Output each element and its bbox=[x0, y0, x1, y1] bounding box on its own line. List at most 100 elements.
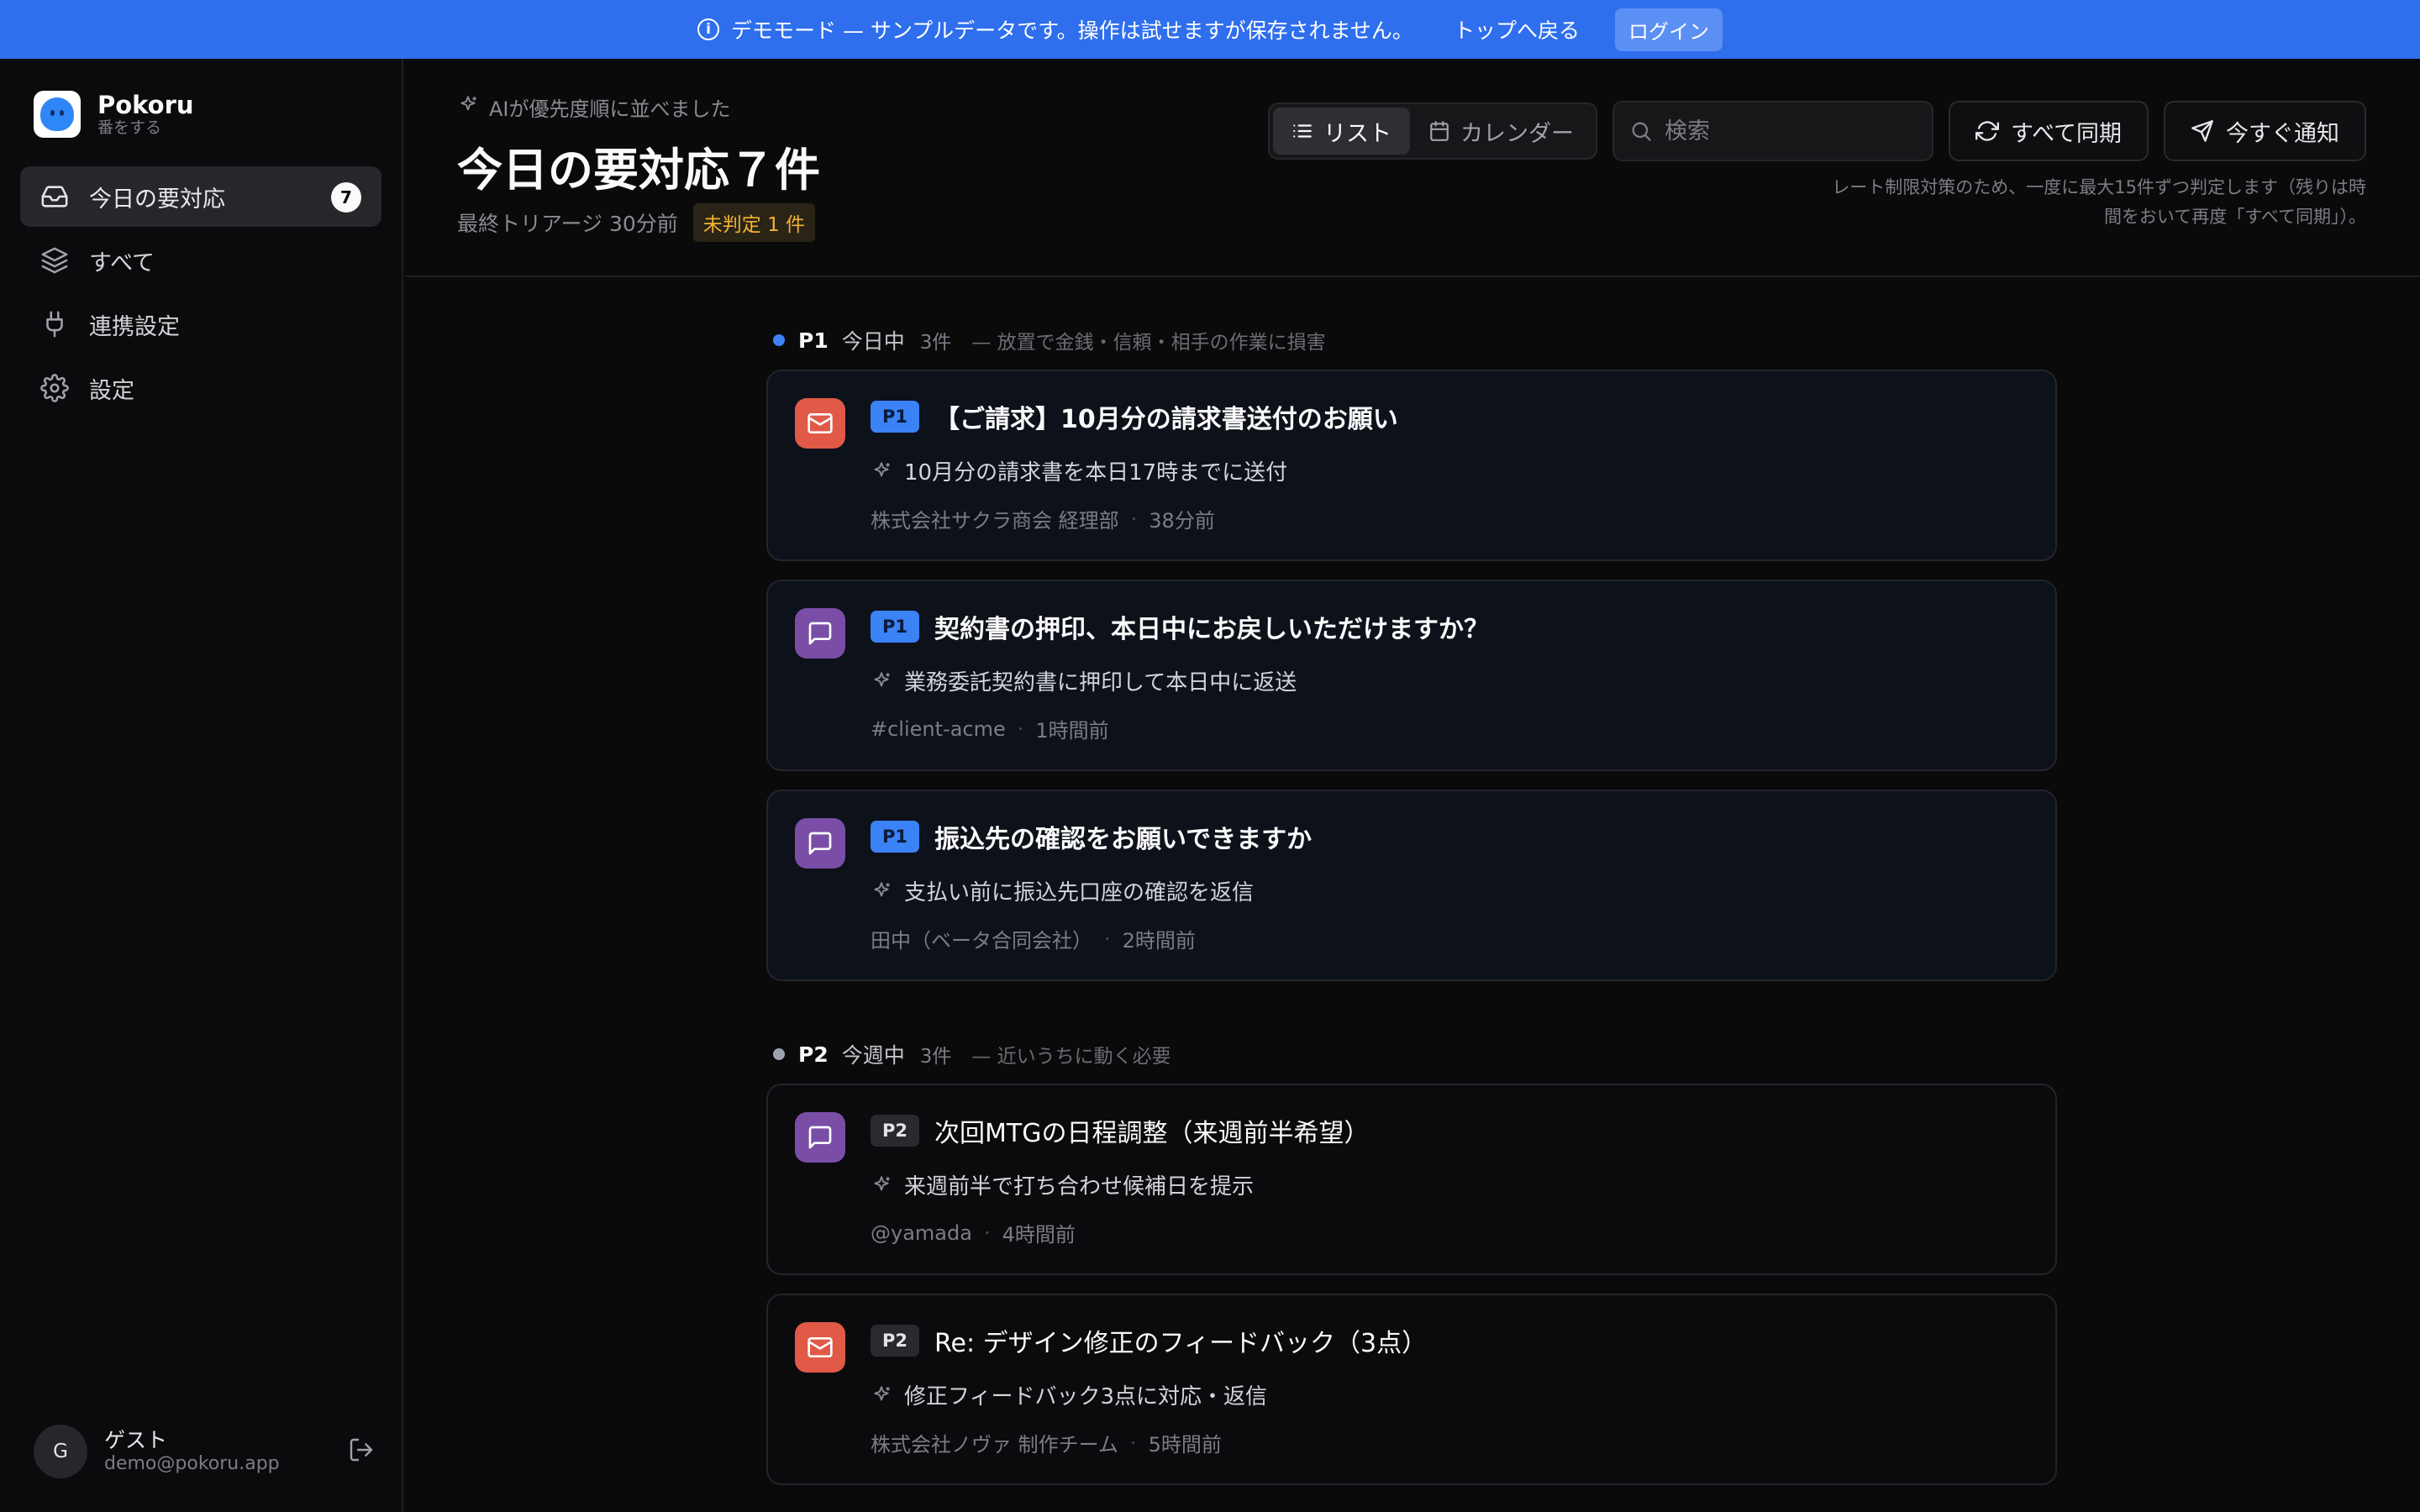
sidebar-item-label: 今日の要対応 bbox=[89, 186, 225, 213]
task-summary: 10月分の請求書を本日17時までに送付 bbox=[871, 455, 1287, 486]
list-icon bbox=[1293, 124, 1312, 138]
brand-name: Pokoru bbox=[97, 91, 194, 119]
mail-icon bbox=[795, 1322, 845, 1373]
sidebar-item-label: 設定 bbox=[89, 377, 134, 404]
task-meta: 株式会社サクラ商会 経理部 · 38分前 bbox=[871, 504, 1215, 533]
task-meta: @yamada · 4時間前 bbox=[871, 1218, 1076, 1247]
sidebar-item-integrations[interactable]: 連携設定 bbox=[20, 294, 381, 354]
sparkle-icon bbox=[874, 881, 890, 896]
triage-status: 最終トリアージ 30分前 未判定 1 件 bbox=[457, 203, 816, 242]
task-title: 振込先の確認をお願いできますか bbox=[934, 825, 1313, 854]
avatar: G bbox=[34, 1425, 87, 1478]
task-sender: 株式会社ノヴァ 制作チーム bbox=[871, 1433, 1118, 1457]
task-list: P1 今日中 3件 — 放置で金銭・信頼・相手の作業に損害 P1 【ご請求】10… bbox=[766, 311, 2057, 1504]
group-header-p2: P2 今週中 3件 — 近いうちに動く必要 bbox=[766, 1025, 2057, 1084]
task-meta: 田中（ベータ合同会社） · 2時間前 bbox=[871, 924, 1196, 953]
task-meta: #client-acme · 1時間前 bbox=[871, 714, 1109, 743]
task-time: 38分前 bbox=[1149, 509, 1215, 533]
sidebar-item-label: 連携設定 bbox=[89, 313, 180, 340]
task-time: 2時間前 bbox=[1122, 929, 1196, 953]
info-icon: i bbox=[697, 18, 720, 40]
sidebar-item-all[interactable]: すべて bbox=[20, 230, 381, 291]
logout-icon[interactable] bbox=[348, 1436, 378, 1467]
brand-logo bbox=[34, 91, 81, 138]
task-card[interactable]: P1 振込先の確認をお願いできますか 支払い前に振込先口座の確認を返信 田中（ベ… bbox=[766, 790, 2057, 981]
sidebar: Pokoru 番をする 今日の要対応 7 すべて 連携設定 設定 G ゲスト d… bbox=[0, 59, 403, 1512]
task-sender: @yamada bbox=[871, 1221, 972, 1245]
task-summary-text: 修正フィードバック3点に対応・返信 bbox=[904, 1384, 1268, 1410]
priority-badge: P1 bbox=[871, 611, 919, 643]
ai-note: AIが優先度順に並べました bbox=[457, 92, 731, 122]
priority-dot bbox=[773, 1048, 785, 1060]
sidebar-item-settings[interactable]: 設定 bbox=[20, 358, 381, 418]
back-to-top-link[interactable]: トップへ戻る bbox=[1454, 14, 1580, 45]
list-view-button[interactable]: リスト bbox=[1272, 108, 1410, 155]
priority-badge: P1 bbox=[871, 821, 919, 853]
task-title: 契約書の押印、本日中にお戻しいただけますか？ bbox=[934, 615, 1489, 644]
layers-icon bbox=[40, 246, 69, 275]
toolbar: リスト カレンダー すべて同期 今すぐ通知 bbox=[1267, 101, 2366, 161]
priority-badge: P2 bbox=[871, 1115, 919, 1147]
main-header: AIが優先度順に並べました 今日の要対応７件 最終トリアージ 30分前 未判定 … bbox=[405, 59, 2420, 277]
search-box[interactable] bbox=[1612, 101, 1933, 161]
search-icon bbox=[1632, 122, 1651, 141]
task-sender: 田中（ベータ合同会社） bbox=[871, 929, 1092, 953]
group-label: 今日中 bbox=[841, 329, 905, 354]
sparkle-icon bbox=[457, 94, 479, 121]
priority-badge: P2 bbox=[871, 1325, 919, 1357]
refresh-icon bbox=[1975, 121, 1999, 141]
mail-icon bbox=[795, 398, 845, 449]
group-description: — 放置で金銭・信頼・相手の作業に損害 bbox=[971, 332, 1326, 354]
task-summary: 来週前半で打ち合わせ候補日を提示 bbox=[871, 1169, 1254, 1200]
task-summary: 支払い前に振込先口座の確認を返信 bbox=[871, 875, 1254, 906]
ai-note-text: AIが優先度順に並べました bbox=[489, 97, 731, 121]
user-profile: G ゲスト demo@pokoru.app bbox=[34, 1425, 378, 1478]
sparkle-icon bbox=[874, 1175, 890, 1190]
task-card[interactable]: P1 契約書の押印、本日中にお戻しいただけますか？ 業務委託契約書に押印して本日… bbox=[766, 580, 2057, 771]
page-title: 今日の要対応７件 bbox=[457, 144, 820, 197]
task-time: 4時間前 bbox=[1002, 1223, 1076, 1247]
calendar-view-button[interactable]: カレンダー bbox=[1410, 108, 1592, 155]
task-meta: 株式会社ノヴァ 制作チーム · 5時間前 bbox=[871, 1428, 1222, 1457]
gear-icon bbox=[40, 374, 69, 402]
rate-limit-note: レート制限対策のため、一度に最大15件ずつ判定します（残りは時間をおいて再度「す… bbox=[1832, 177, 2366, 227]
group-code: P2 bbox=[798, 1042, 829, 1067]
task-card[interactable]: P1 【ご請求】10月分の請求書送付のお願い 10月分の請求書を本日17時までに… bbox=[766, 370, 2057, 561]
task-sender: 株式会社サクラ商会 経理部 bbox=[871, 509, 1119, 533]
notify-now-label: 今すぐ通知 bbox=[2226, 120, 2339, 147]
sparkle-icon bbox=[874, 461, 890, 476]
demo-banner: i デモモード — サンプルデータです。操作は試せますが保存されません。 トップ… bbox=[0, 0, 2420, 59]
group-header-p1: P1 今日中 3件 — 放置で金銭・信頼・相手の作業に損害 bbox=[766, 311, 2057, 370]
view-toggle: リスト カレンダー bbox=[1267, 102, 1597, 160]
group-code: P1 bbox=[798, 328, 829, 353]
calendar-view-label: カレンダー bbox=[1460, 120, 1574, 147]
login-button[interactable]: ログイン bbox=[1614, 8, 1723, 51]
task-summary: 業務委託契約書に押印して本日中に返送 bbox=[871, 665, 1297, 696]
sidebar-item-label: すべて bbox=[89, 249, 155, 276]
last-triage-text: 最終トリアージ 30分前 bbox=[457, 212, 678, 236]
task-card[interactable]: P2 Re: デザイン修正のフィードバック（3点） 修正フィードバック3点に対応… bbox=[766, 1294, 2057, 1485]
task-summary-text: 支払い前に振込先口座の確認を返信 bbox=[904, 880, 1255, 906]
group-description: — 近いうちに動く必要 bbox=[971, 1046, 1171, 1068]
search-input[interactable] bbox=[1664, 118, 1917, 144]
demo-banner-text: デモモード — サンプルデータです。操作は試せますが保存されません。 bbox=[731, 18, 1413, 43]
sparkle-icon bbox=[874, 1385, 890, 1400]
inbox-icon bbox=[40, 182, 69, 211]
task-time: 1時間前 bbox=[1035, 719, 1109, 743]
notify-now-button[interactable]: 今すぐ通知 bbox=[2164, 101, 2366, 161]
task-card[interactable]: P2 次回MTGの日程調整（来週前半希望） 来週前半で打ち合わせ候補日を提示 @… bbox=[766, 1084, 2057, 1275]
sync-all-button[interactable]: すべて同期 bbox=[1948, 101, 2149, 161]
task-summary-text: 業務委託契約書に押印して本日中に返送 bbox=[904, 670, 1297, 696]
task-summary-text: 来週前半で打ち合わせ候補日を提示 bbox=[904, 1174, 1255, 1200]
priority-dot bbox=[773, 334, 785, 346]
chat-icon bbox=[795, 608, 845, 659]
task-time: 5時間前 bbox=[1148, 1433, 1222, 1457]
task-summary-text: 10月分の請求書を本日17時までに送付 bbox=[904, 460, 1288, 486]
sidebar-item-today[interactable]: 今日の要対応 7 bbox=[20, 166, 381, 227]
brand[interactable]: Pokoru 番をする bbox=[34, 91, 194, 138]
task-title: 次回MTGの日程調整（来週前半希望） bbox=[934, 1119, 1370, 1148]
pending-badge[interactable]: 未判定 1 件 bbox=[692, 203, 816, 242]
group-label: 今週中 bbox=[841, 1043, 905, 1068]
priority-badge: P1 bbox=[871, 401, 919, 433]
sparkle-icon bbox=[874, 671, 890, 686]
